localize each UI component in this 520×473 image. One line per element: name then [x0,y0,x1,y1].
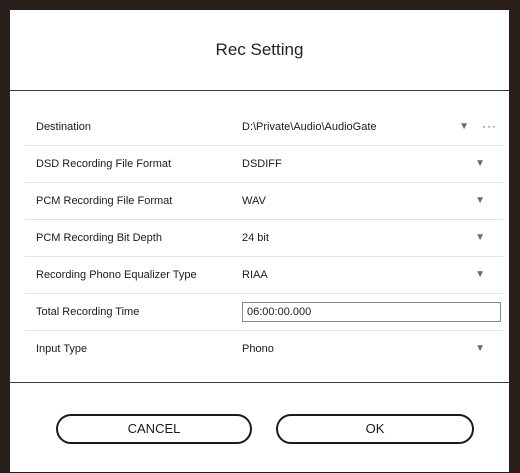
pcm-bit-depth-row[interactable]: PCM Recording Bit Depth 24 bit ▼ [25,220,503,257]
rec-setting-dialog: Rec Setting Destination D:\Private\Audio… [9,9,510,473]
pcm-bit-depth-dropdown-icon[interactable]: ▼ [475,220,485,256]
input-type-value[interactable]: Phono [242,331,274,367]
browse-more-icon[interactable]: ··· [482,109,497,143]
dsd-format-dropdown-icon[interactable]: ▼ [475,146,485,182]
pcm-format-dropdown-icon[interactable]: ▼ [475,183,485,219]
phono-eq-label: Recording Phono Equalizer Type [36,269,197,281]
settings-list: Destination D:\Private\Audio\AudioGate ▼… [25,109,503,367]
cancel-button[interactable]: CANCEL [56,414,252,444]
phono-eq-value[interactable]: RIAA [242,257,268,293]
phono-eq-dropdown-icon[interactable]: ▼ [475,257,485,293]
destination-dropdown-icon[interactable]: ▼ [459,109,469,145]
dialog-title: Rec Setting [215,40,304,59]
destination-row: Destination D:\Private\Audio\AudioGate ▼… [25,109,503,146]
total-time-row: Total Recording Time [25,294,503,331]
input-type-dropdown-icon[interactable]: ▼ [475,331,485,367]
total-time-input[interactable] [242,302,501,322]
footer-divider [10,382,509,383]
total-time-label: Total Recording Time [36,306,140,318]
title-divider [10,90,509,91]
dsd-format-value[interactable]: DSDIFF [242,146,282,182]
input-type-label: Input Type [36,343,88,355]
dsd-format-label: DSD Recording File Format [36,158,172,170]
input-type-row[interactable]: Input Type Phono ▼ [25,331,503,367]
destination-value[interactable]: D:\Private\Audio\AudioGate [242,109,377,145]
pcm-bit-depth-label: PCM Recording Bit Depth [36,232,162,244]
dsd-format-row[interactable]: DSD Recording File Format DSDIFF ▼ [25,146,503,183]
pcm-format-value[interactable]: WAV [242,183,266,219]
phono-eq-row[interactable]: Recording Phono Equalizer Type RIAA ▼ [25,257,503,294]
pcm-bit-depth-value[interactable]: 24 bit [242,220,269,256]
pcm-format-row[interactable]: PCM Recording File Format WAV ▼ [25,183,503,220]
ok-button[interactable]: OK [276,414,474,444]
pcm-format-label: PCM Recording File Format [36,195,173,207]
destination-label: Destination [36,121,92,133]
